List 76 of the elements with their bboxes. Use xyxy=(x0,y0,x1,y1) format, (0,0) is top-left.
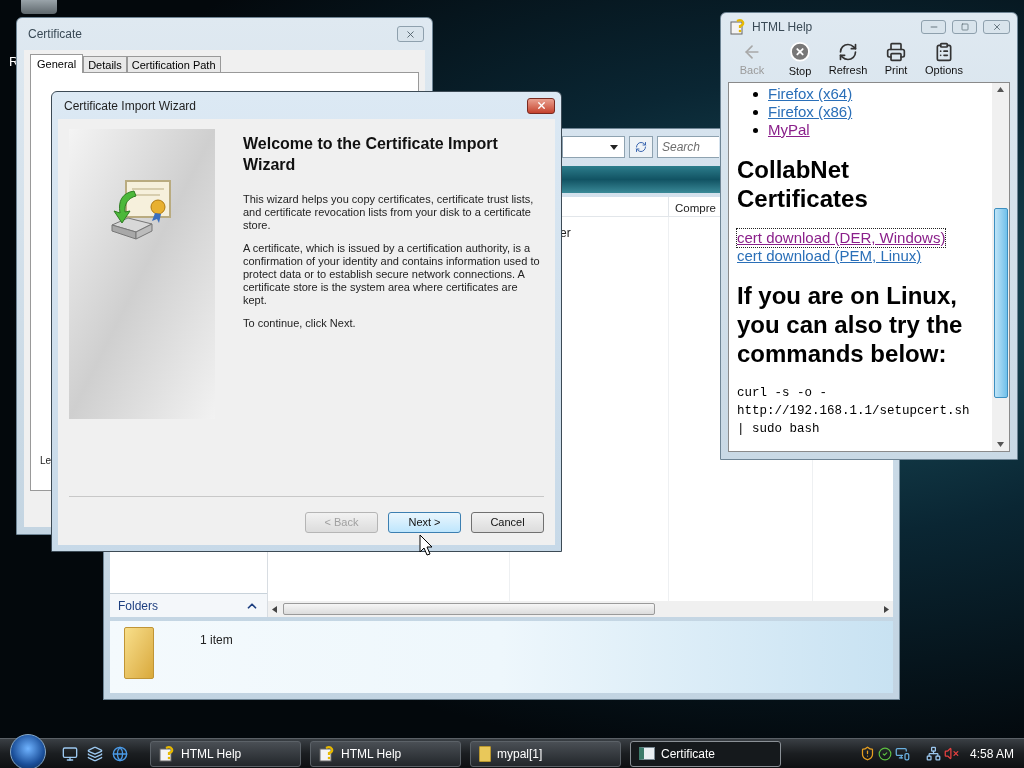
toolbar-button[interactable]: Print xyxy=(872,41,920,79)
taskbar-button[interactable]: mypal[1] xyxy=(470,740,621,767)
scrollbar-thumb[interactable] xyxy=(283,603,655,615)
certificate-import-drawing xyxy=(110,179,174,243)
help-icon xyxy=(730,18,746,35)
stop-icon xyxy=(789,41,811,63)
link[interactable]: Firefox (x64) xyxy=(768,85,853,103)
network-icon[interactable] xyxy=(925,746,941,761)
help-document-icon xyxy=(159,745,175,762)
scroll-up-icon[interactable] xyxy=(997,87,1004,92)
tab[interactable]: General xyxy=(30,54,84,73)
toolbar-button[interactable]: Stop xyxy=(776,41,824,79)
refresh-icon xyxy=(838,41,858,62)
devices-icon[interactable] xyxy=(894,746,910,761)
bullet-icon xyxy=(753,91,758,97)
toolbar-button[interactable]: Options xyxy=(920,41,968,79)
zip-folder-icon xyxy=(124,627,154,679)
wizard-paragraph: A certificate, which is issued by a certification authority, is a confirmation of your identity and contains information used to protect data or to establish secure network connections. A certificate store is the system area where certificates are kept. xyxy=(243,242,541,307)
clock[interactable]: 4:58 AM xyxy=(969,744,1014,763)
window-title: Certificate Import Wizard xyxy=(64,97,197,115)
address-bar[interactable] xyxy=(562,136,625,158)
close-button[interactable] xyxy=(527,97,555,114)
caret-icon xyxy=(610,144,618,150)
close-icon xyxy=(991,21,1002,32)
wizard-heading: Welcome to the Certificate Import Wizard xyxy=(243,134,499,175)
close-icon xyxy=(405,28,416,40)
refresh-icon xyxy=(635,141,647,153)
taskbar-button[interactable]: HTML Help xyxy=(310,740,461,767)
bullet-icon xyxy=(753,127,758,133)
window-title: HTML Help xyxy=(752,18,814,36)
printer-icon xyxy=(886,41,906,62)
section-heading: CollabNet Certificates xyxy=(737,155,869,213)
desktop-icon[interactable] xyxy=(62,745,78,762)
tab[interactable]: Details xyxy=(83,56,127,72)
link[interactable]: cert download (PEM, Linux) xyxy=(737,247,922,265)
scrollbar-thumb[interactable] xyxy=(993,208,1008,398)
folders-label: Folders xyxy=(118,597,158,615)
window-icon xyxy=(639,747,655,760)
wizard-paragraph: To continue, click Next. xyxy=(243,317,357,330)
volume-muted-icon[interactable] xyxy=(943,746,959,761)
panel-text: Le xyxy=(40,454,52,468)
toolbar-button[interactable]: Refresh xyxy=(824,41,872,79)
window-title: Certificate xyxy=(28,26,83,43)
browser-icon[interactable] xyxy=(112,745,128,762)
clipboard-icon xyxy=(934,41,954,62)
start-button[interactable] xyxy=(10,733,46,768)
taskbar-button[interactable]: Certificate xyxy=(630,740,781,767)
wizard-paragraph: This wizard helps you copy certificates, certificate trust lists, and certificate revocation lists from your disk to a certificate store. xyxy=(243,193,535,232)
bullet-icon xyxy=(753,109,758,115)
folders-bar[interactable]: Folders xyxy=(110,593,267,617)
item-count: 1 item xyxy=(200,632,233,649)
shield-icon[interactable] xyxy=(859,746,875,761)
wizard-button[interactable]: Next > xyxy=(388,512,461,533)
maximize-icon xyxy=(960,22,969,31)
scroll-down-icon[interactable] xyxy=(997,442,1004,447)
tab[interactable]: Certification Path xyxy=(126,56,221,72)
close-icon xyxy=(535,100,547,111)
vertical-scrollbar[interactable] xyxy=(992,83,1009,451)
check-icon[interactable] xyxy=(877,746,892,761)
code-text: curl -s -o - http://192.168.1.1/setupcert.sh | sudo bash xyxy=(737,385,971,438)
section-heading: If you are on Linux, you can also try the commands below: xyxy=(737,281,964,368)
scroll-right-icon[interactable] xyxy=(884,605,889,613)
wizard-button[interactable]: Cancel xyxy=(471,512,544,533)
link[interactable]: MyPal xyxy=(768,121,810,139)
link[interactable]: cert download (DER, Windows) xyxy=(737,229,946,247)
horizontal-scrollbar[interactable] xyxy=(268,601,893,617)
mouse-pointer-icon xyxy=(419,534,433,556)
search-field[interactable]: Search xyxy=(657,136,719,158)
column-header[interactable]: Compre xyxy=(669,197,720,216)
help-document-icon xyxy=(319,745,335,762)
taskbar-button[interactable]: HTML Help xyxy=(150,740,301,767)
window-switch-icon[interactable] xyxy=(87,745,103,762)
link[interactable]: Firefox (x86) xyxy=(768,103,853,121)
zip-folder-icon xyxy=(479,745,491,762)
scroll-left-icon[interactable] xyxy=(272,605,277,613)
refresh-button[interactable] xyxy=(629,136,653,158)
